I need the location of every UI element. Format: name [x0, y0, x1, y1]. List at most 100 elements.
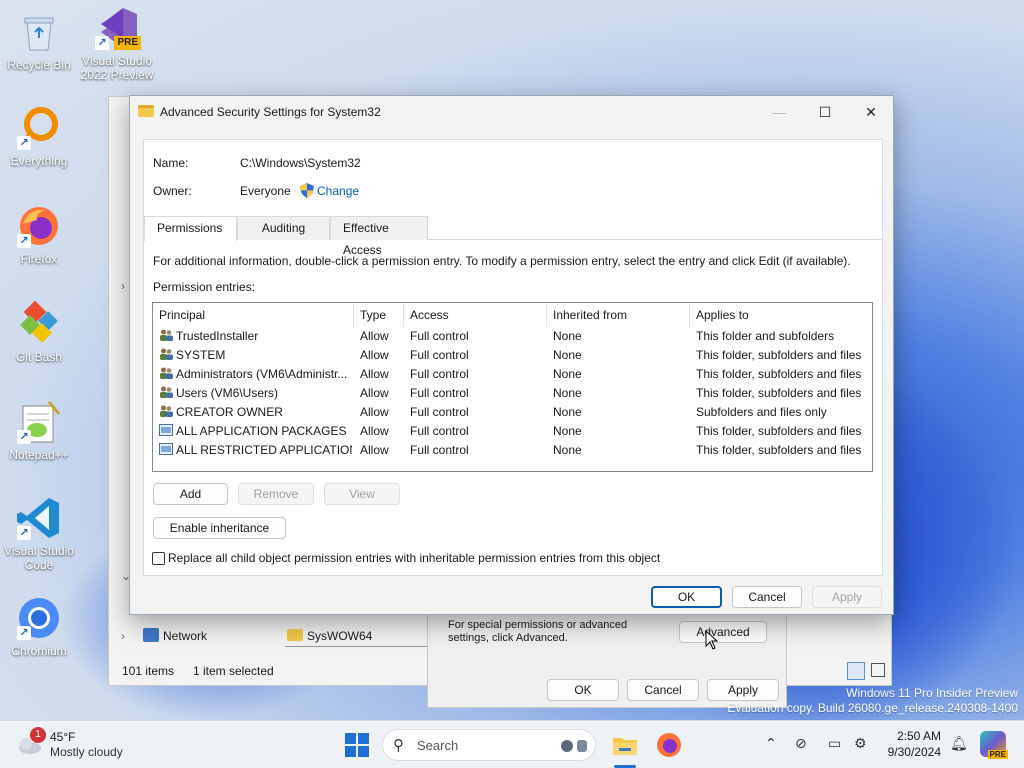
file-explorer-taskbar-icon[interactable] [611, 731, 639, 759]
watermark-line2: Evaluation copy. Build 26080.ge_release.… [727, 701, 1018, 715]
desktop-icon-label: Recycle Bin [7, 58, 71, 72]
minimize-button[interactable]: — [756, 96, 802, 128]
details-view-icon[interactable] [847, 662, 865, 680]
cell-inherited-from: None [553, 424, 582, 438]
desktop-icon-visual-studio-preview[interactable]: PRE ↗ Visual Studio 2022 Preview [78, 4, 156, 82]
permissions-info-text: For additional information, double-click… [153, 254, 851, 268]
taskbar-search-box[interactable]: ⚲ Search [382, 729, 596, 761]
cell-principal: Administrators (VM6\Administr... [159, 365, 352, 384]
settings-quick-icon[interactable]: ⚙ [854, 735, 867, 752]
ok-button[interactable]: OK [651, 586, 722, 608]
user-group-icon [159, 404, 173, 417]
change-owner-link[interactable]: Change [317, 184, 359, 198]
enable-inheritance-button[interactable]: Enable inheritance [153, 517, 286, 539]
display-icon[interactable]: ▭ [828, 735, 841, 752]
properties-ok-button[interactable]: OK [547, 679, 619, 701]
properties-cancel-button[interactable]: Cancel [627, 679, 699, 701]
notification-badge: 1 [30, 727, 46, 743]
vscode-icon: ↗ [15, 494, 63, 542]
column-header-type[interactable]: Type [354, 303, 404, 327]
firefox-taskbar-icon[interactable] [655, 731, 683, 759]
desktop-icon-firefox[interactable]: ↗ Firefox [0, 202, 78, 266]
file-item-syswow64[interactable]: SysWOW64 [285, 625, 435, 647]
desktop-icon-git-bash[interactable]: Git Bash [0, 300, 78, 364]
copilot-icon[interactable]: PRE [980, 731, 1008, 759]
cell-type: Allow [360, 443, 389, 457]
chevron-right-icon[interactable]: › [121, 279, 125, 293]
chevron-up-icon[interactable]: ⌃ [765, 735, 777, 752]
desktop-icon-label: Visual Studio 2022 Preview [80, 54, 154, 82]
cell-applies-to: This folder, subfolders and files [696, 386, 862, 400]
advanced-button[interactable]: Advanced [679, 621, 767, 643]
replace-entries-checkbox[interactable] [152, 552, 165, 565]
cell-applies-to: This folder, subfolders and files [696, 367, 862, 381]
shortcut-arrow-icon: ↗ [17, 136, 31, 150]
weather-widget[interactable]: 1 45°F Mostly cloudy [14, 727, 144, 763]
folder-icon [287, 629, 303, 641]
cell-type: Allow [360, 348, 389, 362]
apply-button[interactable]: Apply [812, 586, 882, 608]
owner-label: Owner: [153, 184, 192, 198]
cell-principal: TrustedInstaller [159, 327, 352, 346]
permission-entry-row[interactable]: TrustedInstaller Allow Full control None Thi… [153, 327, 872, 346]
permission-entry-row[interactable]: CREATOR OWNER Allow Full control None Subfol… [153, 403, 872, 422]
git-bash-icon [15, 300, 63, 348]
permission-entry-row[interactable]: Administrators (VM6\Administr... Allow Ful… [153, 365, 872, 384]
user-group-icon [159, 328, 173, 341]
name-value[interactable]: C:\Windows\System32 [240, 156, 361, 170]
cell-type: Allow [360, 424, 389, 438]
cell-principal: ALL RESTRICTED APPLICATION ... [159, 441, 352, 460]
cell-applies-to: This folder, subfolders and files [696, 348, 862, 362]
add-button[interactable]: Add [153, 483, 228, 505]
replace-entries-label[interactable]: Replace all child object permission entr… [168, 551, 660, 565]
dialog-content-panel: Name: C:\Windows\System32 Owner: Everyon… [143, 139, 883, 576]
cell-inherited-from: None [553, 386, 582, 400]
cell-principal: ALL APPLICATION PACKAGES [159, 422, 352, 441]
permission-entries-list[interactable]: Principal Type Access Inherited from App… [152, 302, 873, 472]
tab-permissions[interactable]: Permissions [144, 216, 237, 241]
shortcut-arrow-icon: ↗ [17, 234, 31, 248]
notifications-bell-icon[interactable]: 🔔︎ [950, 735, 968, 752]
cell-access: Full control [410, 424, 469, 438]
permission-entry-row[interactable]: Users (VM6\Users) Allow Full control None Th… [153, 384, 872, 403]
cell-applies-to: Subfolders and files only [696, 405, 827, 419]
desktop-icon-chromium[interactable]: ↗ Chromium [0, 594, 78, 658]
permission-entry-row[interactable]: ALL APPLICATION PACKAGES Allow Full contro… [153, 422, 872, 441]
user-group-icon [159, 366, 173, 379]
remove-button[interactable]: Remove [238, 483, 314, 505]
user-group-icon [159, 347, 173, 360]
properties-apply-button[interactable]: Apply [707, 679, 779, 701]
network-disconnected-icon[interactable]: ⊘ [795, 735, 807, 752]
nav-item-network[interactable]: › Network [119, 627, 259, 647]
notepad-plus-plus-icon: ↗ [15, 398, 63, 446]
tab-effective-access[interactable]: Effective Access [330, 216, 428, 257]
clock-date[interactable]: 9/30/2024 [885, 745, 941, 759]
clock-time[interactable]: 2:50 AM [885, 729, 941, 743]
search-placeholder: Search [417, 738, 459, 753]
cell-access: Full control [410, 367, 469, 381]
shortcut-arrow-icon: ↗ [17, 526, 31, 540]
principal-name: ALL APPLICATION PACKAGES [176, 424, 347, 438]
column-header-inherited-from[interactable]: Inherited from [547, 303, 690, 327]
principal-name: Users (VM6\Users) [176, 386, 279, 400]
column-header-applies-to[interactable]: Applies to [690, 303, 873, 327]
cancel-button[interactable]: Cancel [732, 586, 802, 608]
tiles-view-icon[interactable] [871, 663, 885, 677]
desktop-icon-recycle-bin[interactable]: Recycle Bin [0, 8, 78, 72]
desktop-icon-notepad-plus-plus[interactable]: ↗ Notepad++ [0, 398, 78, 462]
principal-name: SYSTEM [176, 348, 226, 362]
desktop-icon-everything[interactable]: ↗ Everything [0, 104, 78, 168]
permission-entry-row[interactable]: SYSTEM Allow Full control None This folder, … [153, 346, 872, 365]
column-header-principal[interactable]: Principal [153, 303, 354, 327]
uac-shield-icon [300, 183, 314, 198]
column-header-access[interactable]: Access [404, 303, 547, 327]
maximize-button[interactable]: ☐ [802, 96, 848, 128]
close-button[interactable]: ✕ [848, 96, 894, 128]
view-button[interactable]: View [324, 483, 400, 505]
tab-auditing[interactable]: Auditing [237, 216, 330, 240]
cell-access: Full control [410, 329, 469, 343]
permission-entry-row[interactable]: ALL RESTRICTED APPLICATION ... Allow Full … [153, 441, 872, 460]
start-button[interactable] [343, 731, 371, 759]
network-icon [143, 628, 159, 642]
desktop-icon-vscode[interactable]: ↗ Visual Studio Code [0, 494, 78, 572]
